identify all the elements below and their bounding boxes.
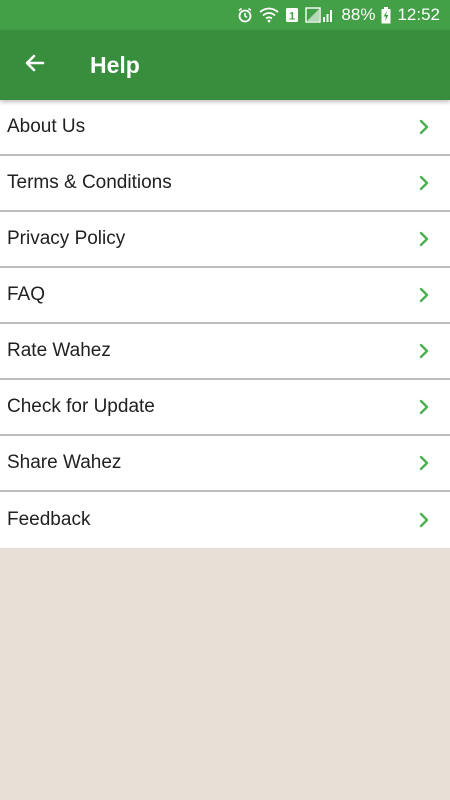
menu-item-label: Terms & Conditions [7,172,172,193]
sim-icon: 1 [285,7,299,23]
back-button[interactable] [0,30,70,100]
wifi-icon [259,7,279,23]
menu-item-privacy-policy[interactable]: Privacy Policy [0,212,450,268]
help-menu-list: About Us Terms & Conditions Privacy Poli… [0,100,450,548]
menu-item-label: Privacy Policy [7,228,126,249]
chevron-right-icon [418,343,430,359]
status-bar: 1 88% 12:52 [0,0,450,30]
chevron-right-icon [418,455,430,471]
menu-item-label: Feedback [7,509,91,530]
chevron-right-icon [418,231,430,247]
menu-item-label: Check for Update [7,396,155,417]
battery-percent: 88% [341,5,376,24]
menu-item-rate-wahez[interactable]: Rate Wahez [0,324,450,380]
menu-item-share-wahez[interactable]: Share Wahez [0,436,450,492]
page-title: Help [90,51,140,78]
alarm-icon [237,7,253,23]
menu-item-label: Rate Wahez [7,340,111,361]
menu-item-check-for-update[interactable]: Check for Update [0,380,450,436]
battery-charging-icon [381,6,391,24]
chevron-right-icon [418,512,430,528]
sim-badge-text: 1 [289,11,295,23]
chevron-right-icon [418,119,430,135]
app-bar: Help [0,30,450,100]
clock: 12:52 [397,5,440,24]
menu-item-label: FAQ [7,284,46,305]
menu-item-label: Share Wahez [7,452,122,473]
menu-item-label: About Us [7,116,86,137]
menu-item-terms-conditions[interactable]: Terms & Conditions [0,156,450,212]
menu-item-about-us[interactable]: About Us [0,100,450,156]
menu-item-faq[interactable]: FAQ [0,268,450,324]
menu-item-feedback[interactable]: Feedback [0,492,450,548]
signal-icon [305,7,335,23]
chevron-right-icon [418,287,430,303]
chevron-right-icon [418,175,430,191]
chevron-right-icon [418,399,430,415]
arrow-left-icon [23,51,47,80]
